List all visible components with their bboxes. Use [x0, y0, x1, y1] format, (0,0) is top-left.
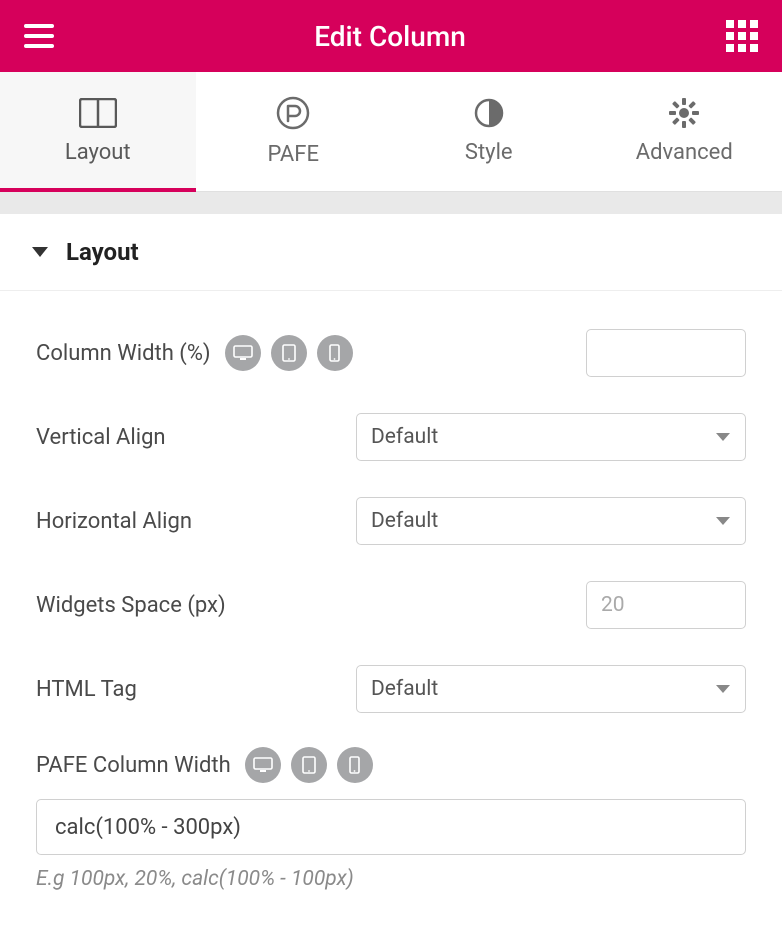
tab-advanced[interactable]: Advanced	[587, 72, 782, 191]
html-tag-label: HTML Tag	[36, 677, 137, 702]
widgets-space-label: Widgets Space (px)	[36, 593, 226, 618]
device-desktop-button[interactable]	[225, 335, 261, 371]
tablet-icon	[302, 756, 316, 774]
control-widgets-space: Widgets Space (px)	[36, 563, 746, 647]
columns-icon	[79, 98, 117, 128]
chevron-down-icon	[32, 247, 48, 257]
gear-icon	[669, 98, 699, 128]
control-column-width: Column Width (%)	[36, 311, 746, 395]
section-header-layout[interactable]: Layout	[0, 214, 782, 291]
pafe-icon	[276, 96, 310, 130]
tab-style[interactable]: Style	[391, 72, 587, 191]
horizontal-align-label: Horizontal Align	[36, 509, 192, 534]
horizontal-align-select[interactable]: Default	[356, 497, 746, 545]
contrast-icon	[474, 98, 504, 128]
header-title: Edit Column	[314, 20, 466, 53]
pafe-column-width-hint: E.g 100px, 20%, calc(100% - 100px)	[36, 867, 746, 891]
vertical-align-select[interactable]: Default	[356, 413, 746, 461]
device-tablet-button[interactable]	[291, 747, 327, 783]
tab-bar: Layout PAFE Style Advanced	[0, 72, 782, 192]
control-html-tag: HTML Tag Default	[36, 647, 746, 731]
tab-label: Style	[465, 140, 513, 165]
apps-grid-icon[interactable]	[726, 20, 758, 52]
device-mobile-button[interactable]	[317, 335, 353, 371]
panel-header: Edit Column	[0, 0, 782, 72]
tab-label: PAFE	[268, 142, 319, 167]
device-desktop-button[interactable]	[245, 747, 281, 783]
panel-gap	[0, 192, 782, 214]
pafe-column-width-label: PAFE Column Width	[36, 753, 231, 778]
control-pafe-column-width: PAFE Column Width E.g 100px, 20%, calc(1…	[36, 731, 746, 891]
section-title: Layout	[66, 238, 139, 266]
tab-layout[interactable]: Layout	[0, 72, 196, 191]
responsive-switchers	[225, 335, 353, 371]
tab-label: Advanced	[636, 140, 733, 165]
controls-panel: Column Width (%) Vertical Align Default	[0, 291, 782, 901]
tab-pafe[interactable]: PAFE	[196, 72, 392, 191]
desktop-icon	[253, 757, 273, 773]
mobile-icon	[349, 756, 360, 774]
html-tag-select[interactable]: Default	[356, 665, 746, 713]
column-width-label: Column Width (%)	[36, 341, 211, 366]
desktop-icon	[233, 345, 253, 361]
hamburger-icon[interactable]	[24, 24, 54, 48]
responsive-switchers	[245, 747, 373, 783]
device-mobile-button[interactable]	[337, 747, 373, 783]
tab-label: Layout	[65, 140, 131, 165]
mobile-icon	[329, 344, 340, 362]
control-vertical-align: Vertical Align Default	[36, 395, 746, 479]
widgets-space-input[interactable]	[586, 581, 746, 629]
column-width-input[interactable]	[586, 329, 746, 377]
device-tablet-button[interactable]	[271, 335, 307, 371]
pafe-column-width-input[interactable]	[36, 799, 746, 855]
vertical-align-label: Vertical Align	[36, 425, 166, 450]
control-horizontal-align: Horizontal Align Default	[36, 479, 746, 563]
tablet-icon	[282, 344, 296, 362]
